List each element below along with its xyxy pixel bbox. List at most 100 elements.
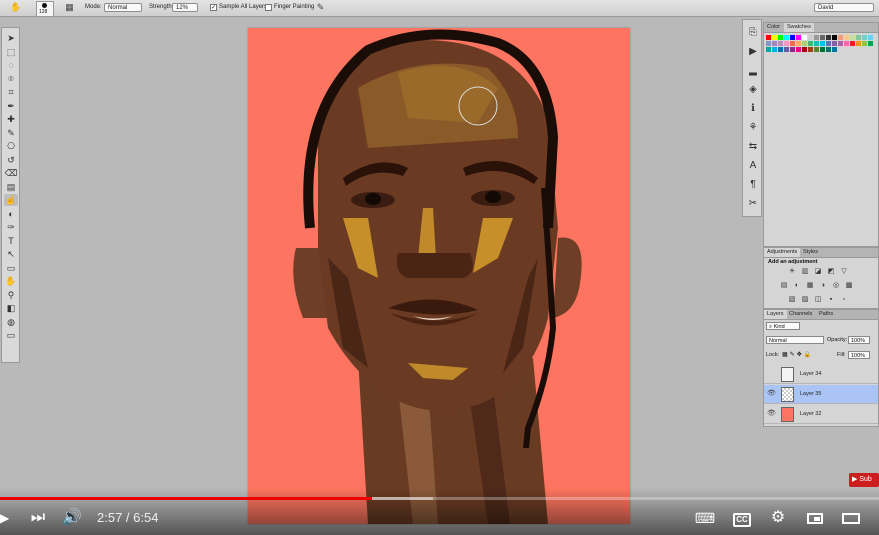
adjustment-icon[interactable]: ▽ — [840, 268, 848, 276]
adjustment-icon[interactable]: ☀ — [788, 268, 796, 276]
swatch[interactable] — [850, 35, 855, 40]
swatch[interactable] — [850, 41, 855, 46]
layer-row[interactable]: Layer 34 — [764, 365, 878, 384]
adjustment-icon[interactable]: ▩ — [845, 282, 853, 290]
adjustment-icon[interactable]: ▫ — [840, 296, 848, 304]
history-brush-icon[interactable]: ↺ — [4, 154, 18, 166]
tool-presets-icon[interactable]: ✂ — [746, 197, 760, 211]
swatch[interactable] — [868, 41, 873, 46]
adjustment-icon[interactable]: ▨ — [801, 296, 809, 304]
layer-row[interactable]: 👁 Layer 32 — [764, 405, 878, 424]
swatch[interactable] — [790, 41, 795, 46]
sample-all-layers-checkbox[interactable]: ✓ — [210, 4, 217, 11]
histogram-icon[interactable]: ▂ — [746, 64, 760, 78]
adjustment-icon[interactable]: ▪ — [827, 296, 835, 304]
character-icon[interactable]: A — [746, 159, 760, 173]
settings-icon[interactable]: ⚙ — [767, 507, 789, 529]
properties-icon[interactable]: ⇆ — [746, 140, 760, 154]
adjustment-icon[interactable]: ◎ — [832, 282, 840, 290]
swatch[interactable] — [820, 47, 825, 52]
swatch[interactable] — [796, 47, 801, 52]
mode-select[interactable]: Normal — [104, 3, 142, 12]
dodge-icon[interactable]: ◐ — [4, 208, 18, 220]
swatch[interactable] — [808, 41, 813, 46]
smudge-tool-icon[interactable]: ✋ — [10, 2, 21, 13]
swatch[interactable] — [856, 35, 861, 40]
tab-color[interactable]: Color — [764, 23, 783, 32]
tab-swatches[interactable]: Swatches — [784, 23, 814, 32]
info-icon[interactable]: ℹ — [746, 102, 760, 116]
swatch[interactable] — [778, 47, 783, 52]
swatch[interactable] — [820, 41, 825, 46]
finger-painting-checkbox[interactable] — [265, 4, 272, 11]
swatch[interactable] — [784, 41, 789, 46]
paragraph-icon[interactable]: ¶ — [746, 178, 760, 192]
clone-source-icon[interactable]: ⚘ — [746, 121, 760, 135]
eye-icon[interactable]: 👁 — [767, 390, 776, 398]
swatch[interactable] — [808, 47, 813, 52]
swatch[interactable] — [844, 41, 849, 46]
screen-mode-icon[interactable]: ▭ — [4, 329, 18, 341]
eyedropper-icon[interactable]: ✒ — [4, 100, 18, 112]
volume-icon[interactable]: 🔊 — [60, 507, 84, 529]
document-canvas[interactable] — [248, 28, 630, 524]
adjustment-icon[interactable]: ▦ — [806, 282, 814, 290]
cc-icon[interactable]: CC — [732, 507, 752, 529]
swatch[interactable] — [862, 35, 867, 40]
swatch[interactable] — [838, 35, 843, 40]
smudge-icon[interactable]: ☝ — [4, 194, 18, 206]
healing-icon[interactable]: ✚ — [4, 113, 18, 125]
adjustment-icon[interactable]: ◑ — [819, 282, 827, 290]
swatch[interactable] — [796, 41, 801, 46]
swatch[interactable] — [868, 35, 873, 40]
layer-filter-select[interactable]: ⌕ Kind — [766, 322, 800, 330]
swatch[interactable] — [826, 47, 831, 52]
swatch[interactable] — [814, 41, 819, 46]
actions-icon[interactable]: ▶ — [746, 45, 760, 59]
toggle-brush-panel-icon[interactable]: ▦ — [64, 2, 75, 13]
swatch[interactable] — [826, 35, 831, 40]
swatch[interactable] — [844, 35, 849, 40]
fill-input[interactable]: 100% — [848, 351, 870, 359]
adjustment-icon[interactable]: ◪ — [814, 268, 822, 276]
zoom-icon[interactable]: ⚲ — [4, 289, 18, 301]
brush-preset-picker[interactable]: 128 — [36, 1, 54, 17]
swatch[interactable] — [778, 35, 783, 40]
lock-icons[interactable]: ▦✎✥🔒 — [782, 351, 813, 358]
swatch[interactable] — [802, 35, 807, 40]
swatch[interactable] — [784, 47, 789, 52]
lasso-icon[interactable]: ◌ — [4, 59, 18, 71]
tab-channels[interactable]: Channels — [786, 310, 815, 319]
tab-layers[interactable]: Layers — [764, 310, 787, 319]
crop-icon[interactable]: ⌗ — [4, 86, 18, 98]
move-icon[interactable]: ➤ — [4, 32, 18, 44]
miniplayer-icon[interactable] — [804, 507, 826, 529]
adjustment-icon[interactable]: ▤ — [780, 282, 788, 290]
pressure-icon[interactable]: ✎ — [315, 2, 326, 13]
quick-select-icon[interactable]: ⌾ — [4, 73, 18, 85]
theater-icon[interactable] — [840, 507, 862, 529]
swatch[interactable] — [814, 47, 819, 52]
eye-icon[interactable]: 👁 — [767, 410, 776, 418]
marquee-icon[interactable]: ⬚ — [4, 46, 18, 58]
brush-icon[interactable]: ✎ — [4, 127, 18, 139]
type-icon[interactable]: T — [4, 235, 18, 247]
swatch[interactable] — [820, 35, 825, 40]
color-swatch-icon[interactable]: ◧ — [4, 302, 18, 314]
adjustment-icon[interactable]: ▧ — [788, 296, 796, 304]
swatch[interactable] — [832, 41, 837, 46]
eye-icon[interactable] — [767, 370, 775, 378]
adjustment-icon[interactable]: ▥ — [801, 268, 809, 276]
next-icon[interactable]: ⏭ — [28, 507, 48, 529]
swatch[interactable] — [772, 47, 777, 52]
swatch[interactable] — [772, 41, 777, 46]
tab-adjustments[interactable]: Adjustments — [764, 248, 801, 257]
swatch[interactable] — [778, 41, 783, 46]
navigator-icon[interactable]: ◈ — [746, 83, 760, 97]
quick-mask-icon[interactable]: ◍ — [4, 316, 18, 328]
swatch[interactable] — [790, 47, 795, 52]
workspace-select[interactable]: David — [814, 3, 874, 12]
history-icon[interactable]: ⎘ — [746, 26, 760, 40]
swatch[interactable] — [766, 41, 771, 46]
adjustment-icon[interactable]: ◫ — [814, 296, 822, 304]
